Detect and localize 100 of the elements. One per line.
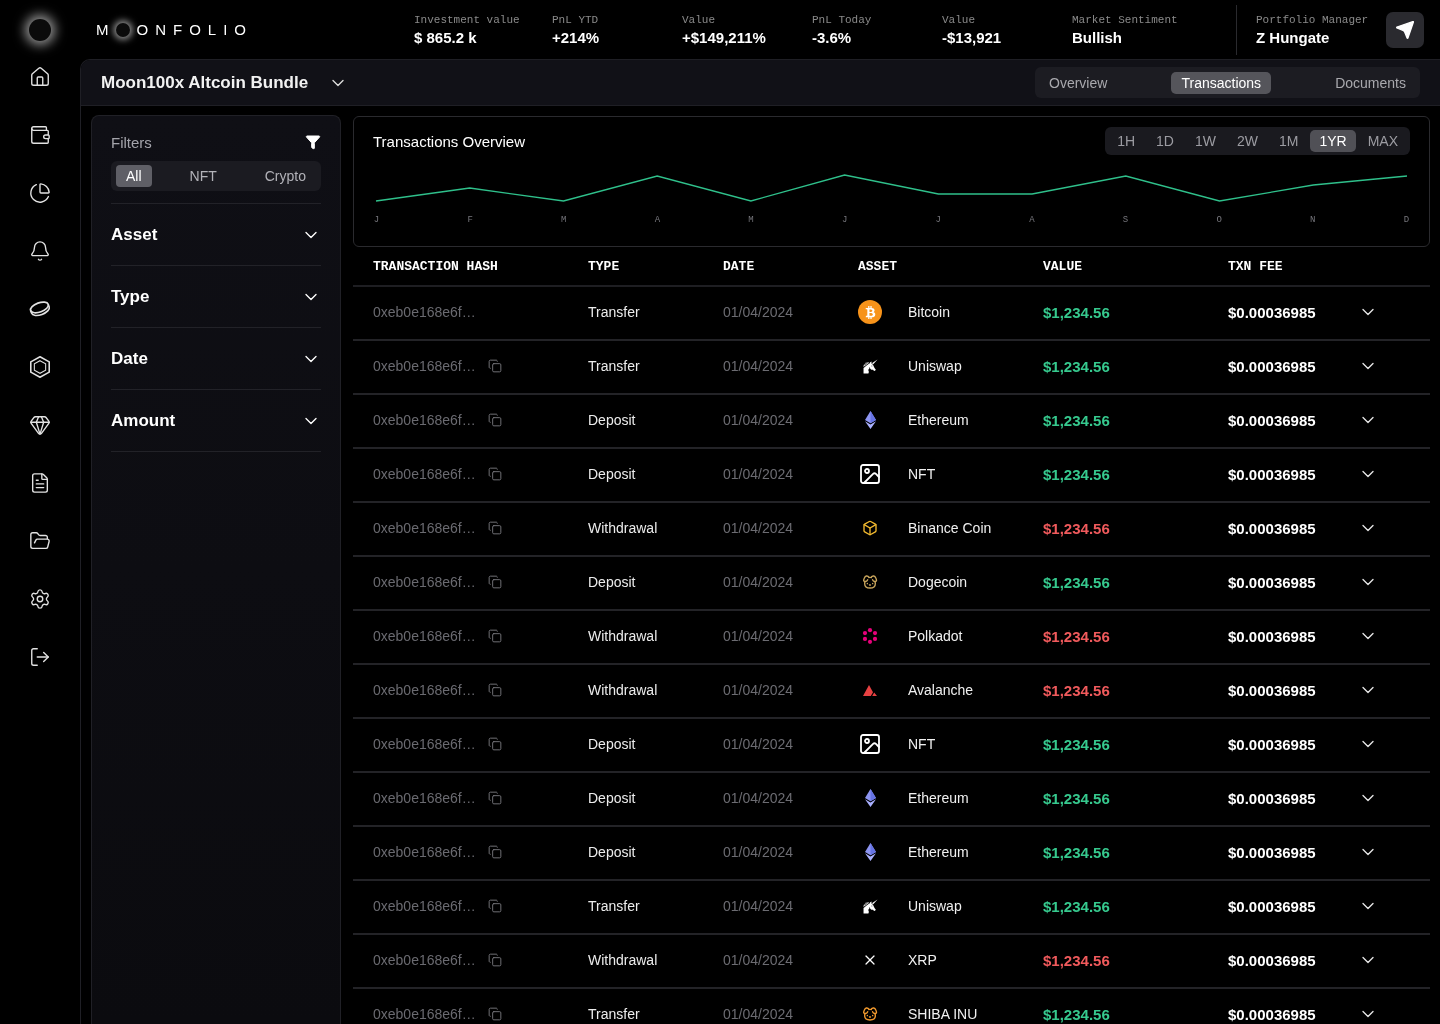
range-tab[interactable]: 1YR — [1310, 130, 1356, 152]
transaction-type: Transfer — [588, 898, 641, 914]
copy-icon[interactable] — [487, 629, 502, 643]
transaction-type: Withdrawal — [588, 682, 659, 698]
range-tab[interactable]: MAX — [1358, 130, 1407, 152]
ethereum-icon — [864, 843, 876, 861]
transaction-hash: 0xeb0e168e6f… — [373, 304, 476, 320]
bitcoin-icon — [858, 300, 882, 324]
range-tab[interactable]: 1W — [1185, 130, 1225, 152]
transaction-date: 01/04/2024 — [723, 304, 795, 320]
transaction-hash: 0xeb0e168e6f… — [373, 358, 476, 374]
month-label: N — [1309, 214, 1317, 226]
document-icon[interactable] — [29, 472, 51, 494]
column-header: TXN FEE — [1228, 258, 1284, 274]
range-tab[interactable]: 1D — [1147, 130, 1183, 152]
transaction-date: 01/04/2024 — [723, 574, 795, 590]
transaction-type: Withdrawal — [588, 952, 659, 968]
stat-value: +$149,211% — [682, 28, 767, 46]
transaction-type: Withdrawal — [588, 520, 659, 536]
transaction-date: 01/04/2024 — [723, 628, 795, 644]
filter-section[interactable]: Date — [111, 327, 321, 389]
copy-icon[interactable] — [487, 359, 502, 373]
range-tab[interactable]: 1M — [1269, 130, 1308, 152]
stat-value: +214% — [552, 28, 601, 46]
filter-segment[interactable]: Crypto — [254, 165, 316, 187]
send-button[interactable] — [1386, 11, 1424, 48]
filter-segment[interactable]: NFT — [179, 165, 227, 187]
stat-label: Investment value — [414, 13, 521, 26]
transaction-type: Transfer — [588, 1006, 641, 1022]
unicorn-icon — [862, 358, 878, 374]
folder-icon[interactable] — [29, 530, 51, 552]
transaction-value: $1,234.56 — [1043, 681, 1111, 699]
copy-icon[interactable] — [487, 413, 502, 427]
asset-name: Polkadot — [908, 628, 963, 644]
stat-value: Bullish — [1072, 28, 1123, 46]
dog-icon — [862, 1006, 878, 1022]
copy-icon[interactable] — [487, 467, 502, 481]
copy-icon[interactable] — [487, 683, 502, 697]
month-label: S — [1122, 214, 1129, 226]
dog-icon — [862, 574, 878, 590]
column-header: TYPE — [588, 258, 621, 274]
copy-icon[interactable] — [487, 953, 502, 967]
transaction-date: 01/04/2024 — [723, 520, 795, 536]
logout-icon[interactable] — [29, 646, 51, 668]
txn-fee: $0.00036985 — [1228, 627, 1317, 645]
month-label: J — [934, 214, 942, 226]
pie-chart-icon[interactable] — [29, 182, 51, 204]
transaction-value: $1,234.56 — [1043, 573, 1111, 591]
txn-fee: $0.00036985 — [1228, 681, 1317, 699]
month-label: J — [841, 214, 849, 226]
view-tab[interactable]: Documents — [1325, 71, 1416, 94]
filter-section[interactable]: Type — [111, 265, 321, 327]
copy-icon[interactable] — [487, 899, 502, 913]
copy-icon[interactable] — [487, 737, 502, 751]
month-label: M — [747, 214, 755, 226]
bell-icon[interactable] — [29, 240, 51, 262]
filter-segment[interactable]: All — [116, 165, 152, 187]
transaction-type: Deposit — [588, 736, 637, 752]
month-label: D — [1402, 214, 1410, 226]
dot-ring-icon — [862, 628, 878, 644]
transaction-type: Deposit — [588, 412, 637, 428]
stat-label: Market Sentiment — [1072, 13, 1179, 26]
view-tab[interactable]: Overview — [1039, 71, 1118, 94]
filter-section[interactable]: Asset — [111, 203, 321, 265]
range-tab[interactable]: 2W — [1227, 130, 1267, 152]
wallet-icon[interactable] — [29, 124, 51, 146]
settings-icon[interactable] — [29, 588, 51, 610]
transaction-date: 01/04/2024 — [723, 466, 795, 482]
ethereum-icon — [864, 789, 876, 807]
manager-name: Z Hungate — [1256, 28, 1331, 46]
transaction-value: $1,234.56 — [1043, 843, 1111, 861]
asset-name: NFT — [908, 466, 936, 482]
asset-name: Uniswap — [908, 358, 962, 374]
transaction-value: $1,234.56 — [1043, 951, 1111, 969]
copy-icon[interactable] — [487, 1007, 502, 1021]
filter-icon[interactable] — [305, 134, 321, 150]
image-icon — [858, 732, 882, 756]
stat-value: $ 865.2 k — [414, 28, 478, 46]
range-tab[interactable]: 1H — [1108, 130, 1145, 152]
home-icon[interactable] — [29, 66, 51, 88]
transaction-hash: 0xeb0e168e6f… — [373, 574, 476, 590]
view-tab[interactable]: Transactions — [1171, 71, 1272, 94]
filter-section[interactable]: Amount — [111, 389, 321, 451]
copy-icon[interactable] — [487, 521, 502, 535]
hexagon-icon[interactable] — [29, 356, 51, 378]
gem-icon[interactable] — [29, 414, 51, 436]
triangle-icon — [863, 684, 877, 696]
transaction-value: $1,234.56 — [1043, 897, 1111, 915]
month-label: M — [560, 214, 568, 226]
txn-fee: $0.00036985 — [1228, 465, 1317, 483]
transaction-date: 01/04/2024 — [723, 952, 795, 968]
image-icon — [858, 462, 882, 486]
transaction-value: $1,234.56 — [1043, 1005, 1111, 1023]
stat-value: -$13,921 — [942, 28, 1003, 46]
asset-name: XRP — [908, 952, 937, 968]
copy-icon[interactable] — [487, 791, 502, 805]
copy-icon[interactable] — [487, 575, 502, 589]
transaction-type: Transfer — [588, 358, 641, 374]
copy-icon[interactable] — [487, 845, 502, 859]
transaction-hash: 0xeb0e168e6f… — [373, 412, 476, 428]
